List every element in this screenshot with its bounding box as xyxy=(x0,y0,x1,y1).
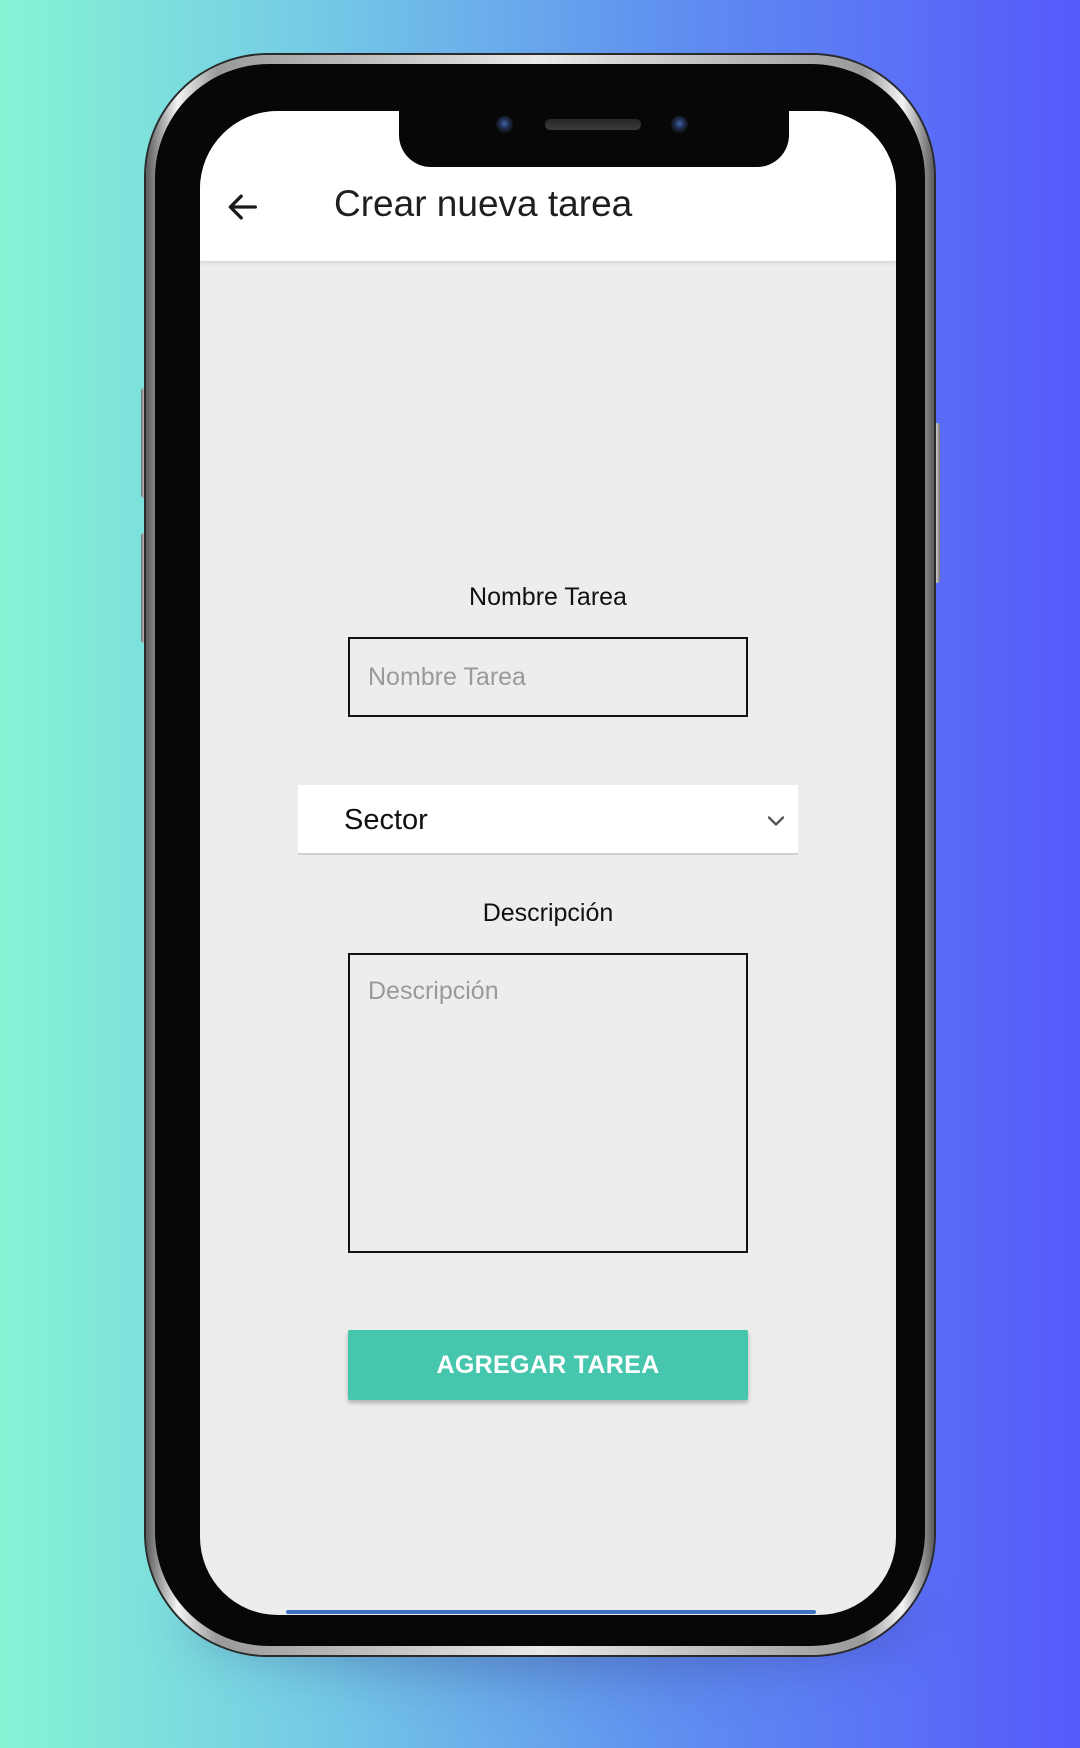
phone-bezel: Crear nueva tarea Nombre Tarea Sector De… xyxy=(155,64,925,1646)
front-sensor xyxy=(671,116,688,133)
phone-frame: Crear nueva tarea Nombre Tarea Sector De… xyxy=(146,55,934,1655)
front-camera xyxy=(496,116,513,133)
home-indicator xyxy=(286,1610,816,1614)
task-name-input[interactable] xyxy=(348,637,748,717)
earpiece-speaker xyxy=(545,119,641,130)
add-task-button[interactable]: AGREGAR TAREA xyxy=(348,1330,748,1400)
description-label: Descripción xyxy=(482,899,614,927)
page-title: Crear nueva tarea xyxy=(334,183,633,224)
sector-select-value: Sector xyxy=(344,804,428,836)
sector-select[interactable]: Sector xyxy=(298,785,798,855)
app-screen: Crear nueva tarea Nombre Tarea Sector De… xyxy=(200,111,896,1615)
arrow-left-icon[interactable] xyxy=(222,187,262,227)
task-name-label: Nombre Tarea xyxy=(469,583,627,611)
description-textarea[interactable] xyxy=(348,953,748,1253)
chevron-down-icon xyxy=(767,816,785,826)
phone-notch xyxy=(399,111,789,167)
